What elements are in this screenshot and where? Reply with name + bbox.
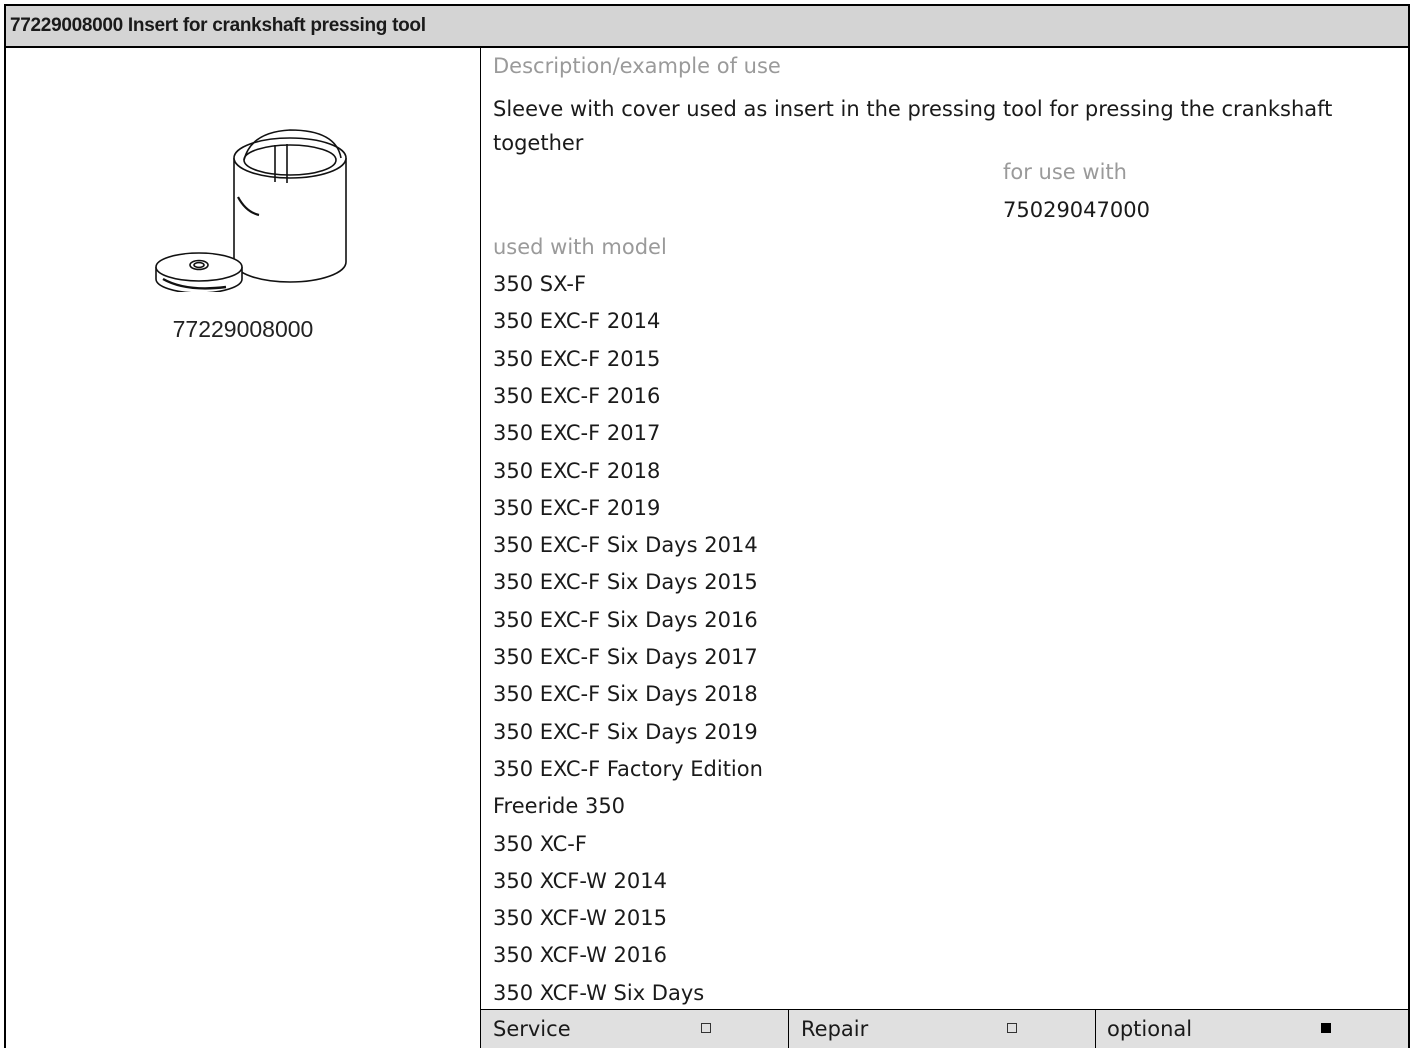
- part-number-caption: 77229008000: [172, 316, 314, 342]
- for-use-with-value: 75029047000: [1003, 198, 1150, 222]
- optional-checkbox: [1321, 1023, 1331, 1033]
- service-checkbox: [701, 1023, 711, 1033]
- model-item: 350 EXC-F 2017: [493, 421, 661, 446]
- model-item: 350 EXC-F 2019: [493, 495, 661, 520]
- model-item: 350 EXC-F Six Days 2018: [493, 682, 758, 707]
- details-column: Description/example of use Sleeve with c…: [481, 48, 1408, 1048]
- optional-label: optional: [1107, 1017, 1193, 1041]
- sleeve-and-cover-icon: [155, 129, 347, 292]
- model-item: 350 XCF-W 2014: [493, 868, 667, 893]
- service-label: Service: [493, 1017, 571, 1041]
- description-text: Sleeve with cover used as insert in the …: [493, 97, 1333, 155]
- classification-footer: Service Repair optional: [481, 1009, 1408, 1048]
- model-item: Freeride 350: [493, 794, 626, 819]
- footer-divider: [1095, 1010, 1096, 1048]
- model-item: 350 EXC-F Six Days 2016: [493, 607, 758, 632]
- page-title: 77229008000 Insert for crankshaft pressi…: [6, 6, 1408, 48]
- model-item: 350 EXC-F Six Days 2019: [493, 719, 758, 744]
- for-use-with-label: for use with: [1003, 160, 1127, 184]
- tool-sheet: 77229008000 Insert for crankshaft pressi…: [4, 4, 1410, 1048]
- repair-checkbox: [1007, 1023, 1017, 1033]
- model-item: 350 EXC-F Factory Edition: [493, 756, 763, 781]
- model-item: 350 XC-F: [493, 831, 587, 856]
- model-item: 350 XCF-W Six Days: [493, 980, 705, 1005]
- description-label: Description/example of use: [493, 54, 781, 78]
- model-item: 350 SX-F: [493, 272, 587, 296]
- model-item: 350 EXC-F Six Days 2015: [493, 570, 758, 595]
- model-item: 350 EXC-F 2016: [493, 383, 661, 408]
- model-item: 350 EXC-F Six Days 2017: [493, 645, 758, 669]
- model-item: 350 EXC-F 2014: [493, 309, 661, 334]
- repair-label: Repair: [801, 1017, 869, 1041]
- model-item: 350 XCF-W 2015: [493, 906, 667, 931]
- model-item: 350 EXC-F 2018: [493, 458, 661, 483]
- model-item: 350 EXC-F Six Days 2014: [493, 533, 758, 558]
- footer-divider: [788, 1010, 789, 1048]
- model-item: 350 XCF-W 2016: [493, 943, 667, 968]
- model-item: 350 EXC-F 2015: [493, 346, 661, 371]
- models-label: used with model: [493, 235, 667, 259]
- image-column: 77229008000: [6, 48, 481, 1048]
